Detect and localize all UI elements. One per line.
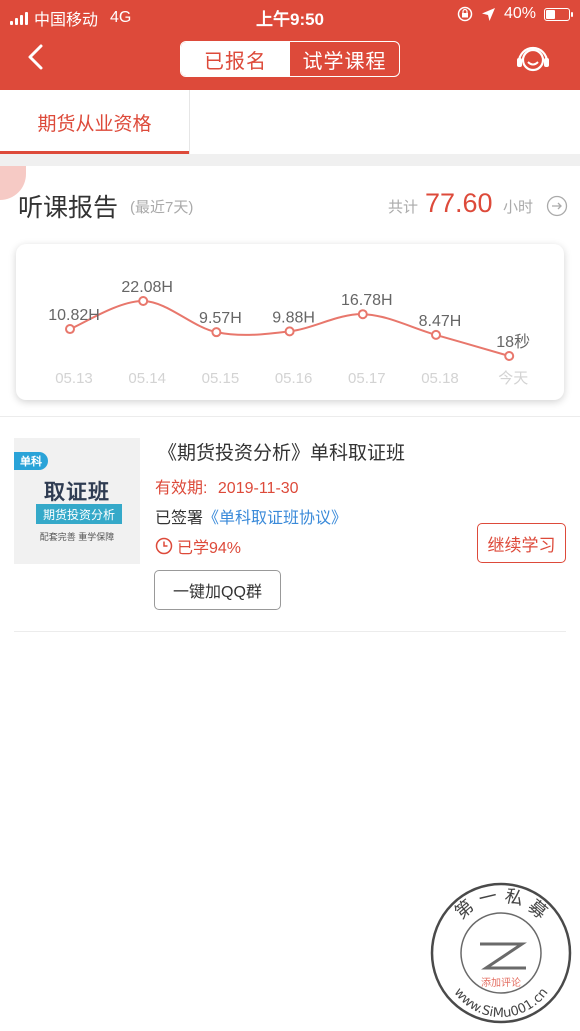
status-bar: 中国移动 4G 上午9:50 40% [0,0,580,30]
seal-inner-text: 添加评论 [481,976,521,989]
data-label: 10.82H [48,307,100,324]
report-title: 听课报告 [18,194,119,222]
x-tick-label: 05.18 [421,370,459,387]
status-right: 40% [457,5,573,23]
data-label: 16.78H [341,292,393,309]
divider [0,416,580,417]
course-title[interactable]: 《期货投资分析》单科取证班 [158,438,405,465]
thumb-title: 取证班 [44,481,110,504]
data-label: 22.08H [121,279,173,296]
total-label: 共计 [388,199,419,216]
thumb-slogan: 配套完善 重学保障 [39,532,115,542]
data-point [431,329,441,340]
orientation-lock-icon [457,6,473,22]
battery-percent: 40% [503,5,536,22]
tab-futures-qualification[interactable]: 期货从业资格 [0,90,190,154]
study-progress: 已学94% [155,534,241,558]
data-label: 9.88H [272,309,315,326]
location-arrow-icon [481,7,495,21]
total-unit: 小时 [503,199,534,216]
thumb-subject: 期货投资分析 [36,504,122,524]
report-header: 听课报告 (最近7天) 共计 77.60 小时 [0,166,580,236]
agreement-link[interactable]: 《单科取证班协议》 [203,510,347,527]
x-tick-label: 05.17 [348,370,386,387]
continue-learning-button[interactable]: 继续学习 [477,523,566,563]
data-label: 18秒 [496,333,530,351]
watermark-seal: 第 一 私 募 www.SiMu001.cn 添加评论 [430,882,572,1024]
battery-icon [544,7,573,21]
chevron-left-icon[interactable] [22,42,52,72]
signed-prefix: 已签署 [155,510,204,527]
study-time-chart: 10.82H 05.13 22.08H 05.14 9.57H 05.15 9.88H 05.… [16,244,564,400]
category-tabs: 期货从业资格 [0,90,580,163]
headset-icon[interactable] [514,40,552,78]
x-tick-label: 05.15 [202,370,240,387]
tab-trial-courses[interactable]: 试学课程 [290,42,399,76]
nav-bar: 已报名 试学课程 [0,30,580,90]
x-tick-label: 05.16 [275,370,313,387]
x-tick-label: 05.14 [128,370,166,387]
report-subtitle: (最近7天) [130,199,194,216]
segment-control: 已报名 试学课程 [180,41,400,77]
divider [14,631,566,632]
data-point [284,326,295,337]
course-item[interactable]: 单科 取证班 期货投资分析 配套完善 重学保障 《期货投资分析》单科取证班 有效… [0,420,580,632]
course-badge: 单科 [14,452,48,470]
data-point [211,327,222,338]
clock-icon [155,537,173,555]
data-point [357,309,368,320]
total-hours: 77.60 [425,188,493,218]
data-point [504,350,515,361]
data-point [65,324,75,335]
course-thumbnail[interactable]: 单科 取证班 期货投资分析 配套完善 重学保障 [14,438,140,564]
app-header: 中国移动 4G 上午9:50 40% 已报名 试学课程 [0,0,580,90]
tab-enrolled[interactable]: 已报名 [181,42,290,76]
x-tick-label: 05.13 [55,370,93,387]
circle-arrow-right-icon[interactable] [546,195,568,217]
agreement-status: 已签署《单科取证班协议》 [155,504,347,528]
data-label: 8.47H [419,313,462,330]
validity-label: 有效期: [155,480,208,497]
data-label: 9.57H [199,310,242,327]
course-validity: 有效期: 2019-11-30 [155,474,299,498]
line-chart: 10.82H 05.13 22.08H 05.14 9.57H 05.15 9.88H 05.… [48,279,530,387]
progress-text: 已学94% [177,540,242,557]
join-qq-group-button[interactable]: 一键加QQ群 [154,570,281,610]
section-gap [0,154,580,166]
data-point [138,296,149,306]
validity-date: 2019-11-30 [217,480,299,497]
x-tick-label: 今天 [498,370,528,387]
